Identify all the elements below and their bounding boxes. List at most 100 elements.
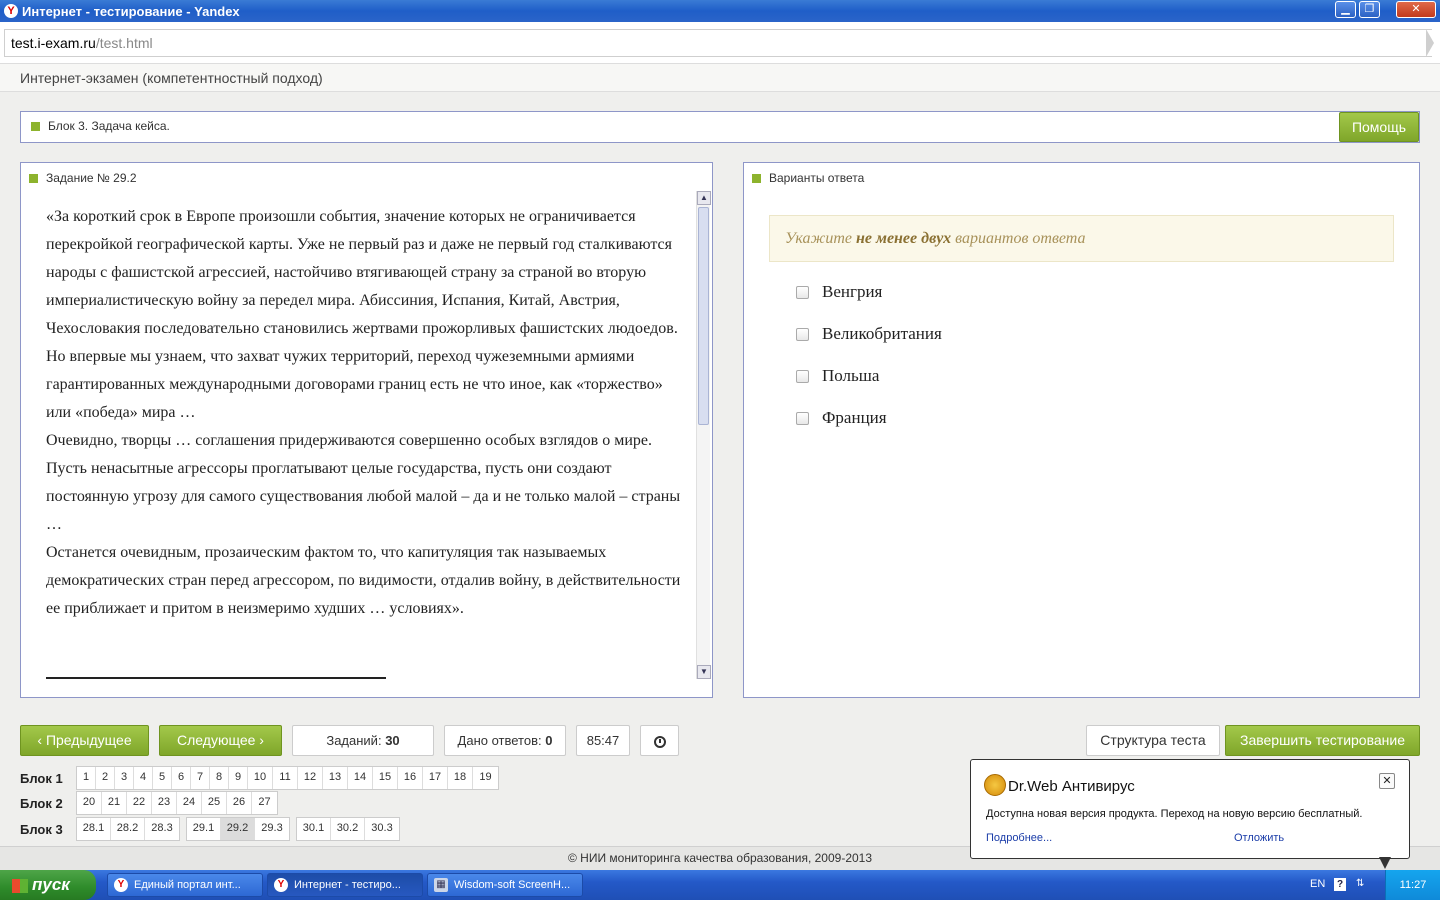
- task-number-button[interactable]: 17: [423, 767, 448, 789]
- bullet-icon: [752, 174, 761, 184]
- option-label[interactable]: Великобритания: [822, 324, 942, 344]
- task-number-button[interactable]: 29.1: [187, 818, 221, 840]
- taskbar-item[interactable]: ▦ Wisdom-soft ScreenH...: [427, 873, 583, 897]
- answers-value: 0: [545, 733, 553, 748]
- test-structure-button[interactable]: Структура теста: [1086, 725, 1220, 756]
- close-window-button[interactable]: ✕: [1396, 1, 1436, 18]
- taskbar-item-active[interactable]: Y Интернет - тестиро...: [267, 873, 423, 897]
- task-number-button[interactable]: 28.2: [111, 818, 145, 840]
- yandex-browser-icon: Y: [4, 4, 18, 18]
- task-number-button[interactable]: 16: [398, 767, 423, 789]
- task-number-button[interactable]: 8: [210, 767, 229, 789]
- scroll-down-icon[interactable]: ▼: [697, 665, 711, 679]
- task-number-button[interactable]: 6: [172, 767, 191, 789]
- answers-panel: Варианты ответа Укажите не менее двух ва…: [743, 162, 1420, 698]
- window-titlebar: Y Интернет - тестирование - Yandex ▁ ❐ ✕: [0, 0, 1440, 22]
- option-label[interactable]: Польша: [822, 366, 879, 386]
- checkbox[interactable]: [796, 411, 809, 425]
- task-number-button[interactable]: 10: [248, 767, 273, 789]
- task-scrollbar[interactable]: ▲ ▼: [696, 191, 711, 679]
- task-number-button[interactable]: 1: [77, 767, 96, 789]
- task-number-button[interactable]: 21: [102, 792, 127, 814]
- timer-toggle-button[interactable]: [640, 725, 679, 756]
- scroll-thumb[interactable]: [698, 207, 709, 425]
- finish-test-button[interactable]: Завершить тестирование: [1225, 725, 1420, 756]
- exam-page: Интернет-экзамен (компетентностный подхо…: [0, 64, 1440, 870]
- block-bar: Блок 3. Задача кейса. Помощь: [20, 111, 1420, 143]
- task-paragraph: Останется очевидным, прозаическим фактом…: [46, 544, 681, 617]
- drweb-notification: Dr.Web Антивирус ✕ Доступна новая версия…: [970, 759, 1410, 869]
- task-number-button[interactable]: 30.2: [331, 818, 365, 840]
- option-label[interactable]: Венгрия: [822, 282, 882, 302]
- task-number-button[interactable]: 3: [115, 767, 134, 789]
- task-number-button[interactable]: 29.3: [255, 818, 289, 840]
- task-number-button[interactable]: 7: [191, 767, 210, 789]
- task-number-button[interactable]: 5: [153, 767, 172, 789]
- close-icon[interactable]: ✕: [1379, 773, 1395, 789]
- task-number-button[interactable]: 14: [348, 767, 373, 789]
- task-number-button[interactable]: 15: [373, 767, 398, 789]
- task-number-button[interactable]: 25: [202, 792, 227, 814]
- start-button[interactable]: пуск: [0, 870, 96, 900]
- chevron-left-icon: ‹: [37, 732, 46, 748]
- task-number-button[interactable]: 24: [177, 792, 202, 814]
- task-number-group: 30.1 30.2 30.3: [296, 817, 400, 841]
- hint-suffix: вариантов ответа: [951, 230, 1086, 247]
- block-label: Блок 3. Задача кейса.: [48, 119, 170, 133]
- scroll-up-icon[interactable]: ▲: [697, 191, 711, 205]
- drweb-more-link[interactable]: Подробнее...: [986, 832, 1052, 844]
- task-number-button[interactable]: 23: [152, 792, 177, 814]
- answers-count: Дано ответов: 0: [444, 725, 566, 756]
- help-icon[interactable]: ?: [1334, 878, 1346, 891]
- task-number-button[interactable]: 30.3: [365, 818, 399, 840]
- task-number-button[interactable]: 13: [323, 767, 348, 789]
- task-number-button[interactable]: 29.2: [221, 818, 255, 840]
- answer-option[interactable]: Польша: [796, 355, 942, 397]
- system-clock[interactable]: 11:27: [1385, 870, 1440, 900]
- task-number-button[interactable]: 9: [229, 767, 248, 789]
- task-number-button[interactable]: 2: [96, 767, 115, 789]
- task-number-button[interactable]: 22: [127, 792, 152, 814]
- task-number-button[interactable]: 28.1: [77, 818, 111, 840]
- screenhunter-icon: ▦: [434, 878, 448, 892]
- task-number-group: 20 21 22 23 24 25 26 27: [76, 791, 278, 815]
- answer-option[interactable]: Великобритания: [796, 313, 942, 355]
- restore-button[interactable]: ❐: [1359, 1, 1380, 18]
- answers-label: Дано ответов:: [457, 733, 542, 748]
- language-indicator[interactable]: EN: [1310, 878, 1325, 890]
- drweb-later-link[interactable]: Отложить: [1234, 832, 1284, 844]
- task-number-group: 1 2 3 4 5 6 7 8 9 10 11 12 13 14 15 16 17 18 19: [76, 766, 499, 790]
- block-row-3: Блок 3 28.1 28.2 28.3 29.1 29.2 29.3 30.1 30.…: [20, 817, 406, 841]
- popup-tail: [1379, 857, 1391, 869]
- task-number-button[interactable]: 12: [298, 767, 323, 789]
- answer-options: Венгрия Великобритания Польша Франция: [796, 271, 942, 439]
- help-button[interactable]: Помощь: [1339, 112, 1419, 142]
- url-field[interactable]: test.i-exam.ru/test.html: [4, 29, 1432, 57]
- timer: 85:47: [576, 725, 630, 756]
- task-number-button[interactable]: 11: [273, 767, 298, 789]
- network-icon[interactable]: ⇅: [1356, 878, 1366, 890]
- answer-option[interactable]: Венгрия: [796, 271, 942, 313]
- checkbox[interactable]: [796, 369, 809, 383]
- minimize-button[interactable]: ▁: [1335, 1, 1356, 18]
- task-number-button[interactable]: 20: [77, 792, 102, 814]
- taskbar-item[interactable]: Y Единый портал инт...: [107, 873, 263, 897]
- task-number-button[interactable]: 18: [448, 767, 473, 789]
- checkbox[interactable]: [796, 285, 809, 299]
- option-label[interactable]: Франция: [822, 408, 887, 428]
- task-number-button[interactable]: 19: [473, 767, 498, 789]
- drweb-title: Dr.Web Антивирус: [1008, 778, 1135, 795]
- answer-option[interactable]: Франция: [796, 397, 942, 439]
- task-number-button[interactable]: 27: [252, 792, 277, 814]
- previous-button[interactable]: ‹ Предыдущее: [20, 725, 149, 756]
- task-number-button[interactable]: 28.3: [145, 818, 179, 840]
- next-button[interactable]: Следующее ›: [159, 725, 282, 756]
- clock-icon: [653, 735, 666, 748]
- go-arrow-icon[interactable]: [1426, 29, 1434, 57]
- window-title: Интернет - тестирование - Yandex: [22, 3, 240, 19]
- task-number-button[interactable]: 26: [227, 792, 252, 814]
- task-number-button[interactable]: 30.1: [297, 818, 331, 840]
- checkbox[interactable]: [796, 327, 809, 341]
- block-name: Блок 2: [20, 795, 63, 811]
- task-number-button[interactable]: 4: [134, 767, 153, 789]
